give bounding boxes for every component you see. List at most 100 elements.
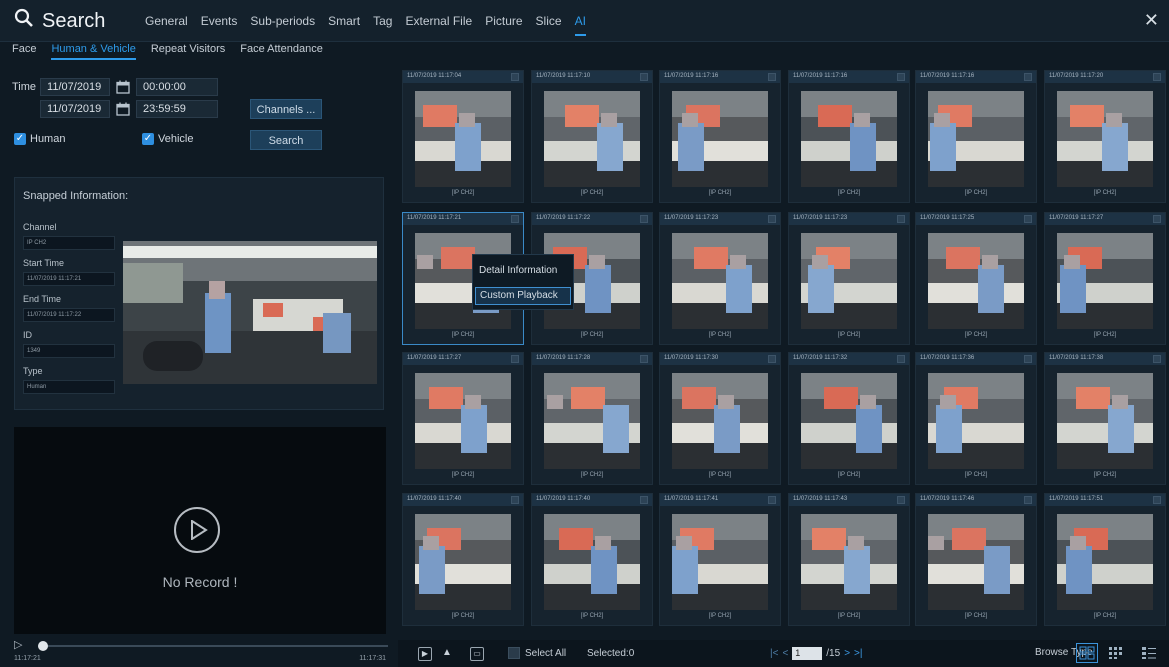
vehicle-checkbox[interactable]: ✓ Vehicle <box>142 133 193 145</box>
detail-information-item[interactable]: Detail Information <box>475 263 571 281</box>
thumbnail-checkbox[interactable] <box>897 496 905 504</box>
subtab-face[interactable]: Face <box>12 43 36 60</box>
thumbnail-channel: [IP CH2] <box>1093 472 1117 478</box>
thumbnail-checkbox[interactable] <box>1024 355 1032 363</box>
list-view-icon[interactable] <box>1105 643 1127 663</box>
thumbnail-checkbox[interactable] <box>897 73 905 81</box>
thumbnail-checkbox[interactable] <box>768 496 776 504</box>
start-date-field[interactable]: 11/07/2019 <box>40 78 111 96</box>
prev-page-icon[interactable]: < <box>782 648 788 659</box>
thumbnail-card[interactable]: 11/07/2019 11:17:04 [IP CH2] <box>402 70 524 203</box>
end-date-field[interactable]: 11/07/2019 <box>40 100 110 118</box>
total-pages: /15 <box>826 648 841 659</box>
tab-sub-periods[interactable]: Sub-periods <box>250 14 315 36</box>
start-time-field[interactable]: 00:00:00 <box>136 78 219 96</box>
tab-tag[interactable]: Tag <box>373 14 392 36</box>
calendar-icon[interactable] <box>116 102 130 116</box>
thumbnail-header: 11/07/2019 11:17:16 <box>660 71 780 83</box>
thumbnail-header: 11/07/2019 11:17:40 <box>532 494 652 506</box>
detail-view-icon[interactable] <box>1138 643 1160 663</box>
thumbnail-header: 11/07/2019 11:17:51 <box>1045 494 1165 506</box>
next-page-icon[interactable]: > <box>844 648 850 659</box>
thumbnail-card[interactable]: 11/07/2019 11:17:16 [IP CH2] <box>788 70 910 203</box>
thumbnail-card[interactable]: 11/07/2019 11:17:40 [IP CH2] <box>402 493 524 626</box>
arrow-up-icon[interactable]: ▲ <box>440 647 454 661</box>
thumbnail-card[interactable]: 11/07/2019 11:17:43 [IP CH2] <box>788 493 910 626</box>
thumbnail-checkbox[interactable] <box>1024 496 1032 504</box>
grid-view-icon[interactable] <box>1076 643 1098 663</box>
playback-timeline[interactable]: ▷ 11:17:21 11:17:31 <box>14 638 388 666</box>
page-input[interactable]: 1 <box>792 647 823 660</box>
thumbnail-card[interactable]: 11/07/2019 11:17:27 [IP CH2] <box>402 352 524 485</box>
play-icon[interactable]: ▷ <box>14 638 22 651</box>
thumbnail-card[interactable]: 11/07/2019 11:17:28 [IP CH2] <box>531 352 653 485</box>
thumbnail-checkbox[interactable] <box>1024 215 1032 223</box>
thumbnail-card[interactable]: 11/07/2019 11:17:23 [IP CH2] <box>788 212 910 345</box>
thumbnail-checkbox[interactable] <box>640 73 648 81</box>
thumbnail-card[interactable]: 11/07/2019 11:17:20 [IP CH2] <box>1044 70 1166 203</box>
thumbnail-card[interactable]: 11/07/2019 11:17:46 [IP CH2] <box>915 493 1037 626</box>
play-icon[interactable]: ▶ <box>418 647 432 661</box>
thumbnail-checkbox[interactable] <box>1153 496 1161 504</box>
thumbnail-checkbox[interactable] <box>511 496 519 504</box>
subtab-human-vehicle[interactable]: Human & Vehicle <box>51 43 136 60</box>
thumbnail-checkbox[interactable] <box>1153 73 1161 81</box>
custom-playback-item[interactable]: Custom Playback <box>475 287 571 305</box>
thumbnail-checkbox[interactable] <box>1153 215 1161 223</box>
close-icon[interactable]: ✕ <box>1144 10 1159 31</box>
thumbnail-card[interactable]: 11/07/2019 11:17:27 [IP CH2] <box>1044 212 1166 345</box>
thumbnail-checkbox[interactable] <box>640 496 648 504</box>
tab-smart[interactable]: Smart <box>328 14 360 36</box>
thumbnail-card[interactable]: 11/07/2019 11:17:38 [IP CH2] <box>1044 352 1166 485</box>
search-button[interactable]: Search <box>250 130 322 150</box>
thumbnail-timestamp: 11/07/2019 11:17:22 <box>536 215 591 221</box>
subtab-face-attendance[interactable]: Face Attendance <box>240 43 323 60</box>
calendar-icon[interactable] <box>116 80 130 94</box>
thumbnail-checkbox[interactable] <box>897 215 905 223</box>
subtab-repeat-visitors[interactable]: Repeat Visitors <box>151 43 225 60</box>
thumbnail-checkbox[interactable] <box>1153 355 1161 363</box>
thumbnail-checkbox[interactable] <box>640 215 648 223</box>
last-page-icon[interactable]: >| <box>854 648 862 659</box>
thumbnail-checkbox[interactable] <box>768 73 776 81</box>
thumbnail-checkbox[interactable] <box>768 355 776 363</box>
timeline-handle[interactable] <box>38 641 48 651</box>
channels-button[interactable]: Channels ... <box>250 99 322 119</box>
thumbnail-card[interactable]: 11/07/2019 11:17:30 [IP CH2] <box>659 352 781 485</box>
bottom-toolbar: ▶ ▲ ▭ Select All Selected:0 |< < 1 /15 >… <box>398 640 1169 667</box>
thumbnail-card[interactable]: 11/07/2019 11:17:40 [IP CH2] <box>531 493 653 626</box>
thumbnail-card[interactable]: 11/07/2019 11:17:16 [IP CH2] <box>659 70 781 203</box>
timeline-track[interactable] <box>38 645 388 647</box>
thumbnail-checkbox[interactable] <box>897 355 905 363</box>
thumbnail-checkbox[interactable] <box>640 355 648 363</box>
first-page-icon[interactable]: |< <box>770 648 778 659</box>
thumbnail-checkbox[interactable] <box>1024 73 1032 81</box>
tab-picture[interactable]: Picture <box>485 14 522 36</box>
thumbnail-checkbox[interactable] <box>511 215 519 223</box>
thumbnail-checkbox[interactable] <box>511 73 519 81</box>
thumbnail-checkbox[interactable] <box>511 355 519 363</box>
thumbnail-card[interactable]: 11/07/2019 11:17:10 [IP CH2] <box>531 70 653 203</box>
tab-ai[interactable]: AI <box>574 14 586 36</box>
thumbnail-card[interactable]: 11/07/2019 11:17:16 [IP CH2] <box>915 70 1037 203</box>
end-time-field[interactable]: 23:59:59 <box>136 100 218 118</box>
thumbnail-card[interactable]: 11/07/2019 11:17:41 [IP CH2] <box>659 493 781 626</box>
human-checkbox[interactable]: ✓ Human <box>14 133 65 145</box>
thumbnail-card[interactable]: 11/07/2019 11:17:51 [IP CH2] <box>1044 493 1166 626</box>
tab-slice[interactable]: Slice <box>536 14 562 36</box>
thumbnail-channel: [IP CH2] <box>964 472 988 478</box>
save-icon[interactable]: ▭ <box>470 647 484 661</box>
tab-events[interactable]: Events <box>201 14 238 36</box>
select-all-checkbox[interactable]: Select All <box>508 647 566 659</box>
tab-general[interactable]: General <box>145 14 188 36</box>
context-menu: Detail Information Custom Playback <box>472 254 574 310</box>
thumbnail-checkbox[interactable] <box>768 215 776 223</box>
thumbnail-card[interactable]: 11/07/2019 11:17:32 [IP CH2] <box>788 352 910 485</box>
thumbnail-card[interactable]: 11/07/2019 11:17:23 [IP CH2] <box>659 212 781 345</box>
id-value: 1349 <box>23 344 115 358</box>
thumbnail-card[interactable]: 11/07/2019 11:17:25 [IP CH2] <box>915 212 1037 345</box>
thumbnail-timestamp: 11/07/2019 11:17:16 <box>793 73 848 79</box>
thumbnail-card[interactable]: 11/07/2019 11:17:36 [IP CH2] <box>915 352 1037 485</box>
play-icon[interactable] <box>174 507 220 553</box>
tab-external-file[interactable]: External File <box>405 14 472 36</box>
